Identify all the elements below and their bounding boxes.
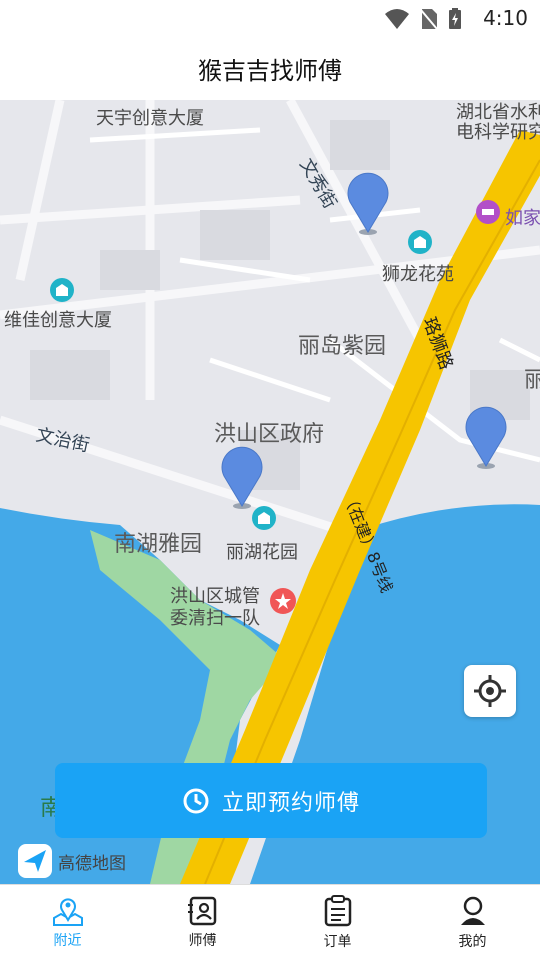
tab-orders-label: 订单 (323, 934, 352, 950)
profile-icon (460, 896, 485, 925)
tab-orders[interactable]: 订单 (270, 885, 405, 961)
tab-nearby[interactable]: 附近 (0, 885, 135, 961)
tab-master[interactable]: 师傅 (135, 885, 270, 961)
order-clipboard-icon (324, 895, 351, 927)
status-time: 4:10 (483, 6, 528, 30)
nearby-map-icon (52, 898, 83, 926)
master-pin-2[interactable] (462, 406, 510, 470)
wifi-icon (385, 9, 409, 29)
clock-icon (183, 788, 209, 813)
no-sim-icon (420, 9, 438, 30)
map-provider-text: 高德地图 (58, 853, 126, 874)
poi-hotel-icon[interactable] (476, 200, 500, 224)
status-icons (384, 8, 462, 30)
locate-button[interactable] (464, 665, 516, 717)
map-view[interactable]: 天宇创意大厦 湖北省水利 电科学研究 文秀街 如家 狮龙花苑 维佳创意大厦 珞狮… (0, 100, 540, 884)
map-label-weijia: 维佳创意大厦 (4, 310, 112, 331)
master-pin-3[interactable] (218, 446, 266, 510)
book-master-label: 立即预约师傅 (221, 790, 360, 816)
map-label-li-edge: 丽 (524, 368, 540, 393)
map-label-chengguan2: 委清扫一队 (170, 608, 260, 629)
map-label-rujia: 如家 (505, 208, 540, 229)
tab-nearby-label: 附近 (53, 933, 82, 949)
map-label-hongshan-gov: 洪山区政府 (214, 422, 325, 447)
map-label-shilong: 狮龙花苑 (382, 264, 454, 285)
crosshair-icon (474, 675, 506, 707)
poi-star-icon[interactable] (270, 588, 296, 614)
tab-profile[interactable]: 我的 (405, 885, 540, 961)
poi-building-icon[interactable] (50, 278, 74, 302)
master-pin-1[interactable] (344, 172, 392, 236)
tab-profile-label: 我的 (458, 934, 487, 950)
page-title: 猴吉吉找师傅 (198, 56, 342, 85)
poi-residence-icon[interactable] (408, 230, 432, 254)
battery-charging-icon (449, 8, 461, 29)
map-label-hubei2: 电科学研究 (456, 122, 540, 143)
tab-master-label: 师傅 (188, 933, 217, 949)
map-label-tianyu: 天宇创意大厦 (96, 108, 204, 129)
book-master-button[interactable]: 立即预约师傅 (55, 763, 487, 838)
map-label-nanhu: 南湖雅园 (114, 532, 203, 557)
bottom-tab-bar: 附近 师傅 订单 我的 (0, 884, 540, 961)
map-label-lihu: 丽湖花园 (226, 542, 298, 563)
status-bar: 4:10 (0, 0, 540, 36)
app-header: 猴吉吉找师傅 (0, 36, 540, 100)
map-label-lidao: 丽岛紫园 (298, 334, 387, 359)
map-provider-logo: 高德地图 (18, 844, 126, 878)
amap-logo-icon (18, 844, 52, 878)
master-card-icon (187, 896, 216, 926)
